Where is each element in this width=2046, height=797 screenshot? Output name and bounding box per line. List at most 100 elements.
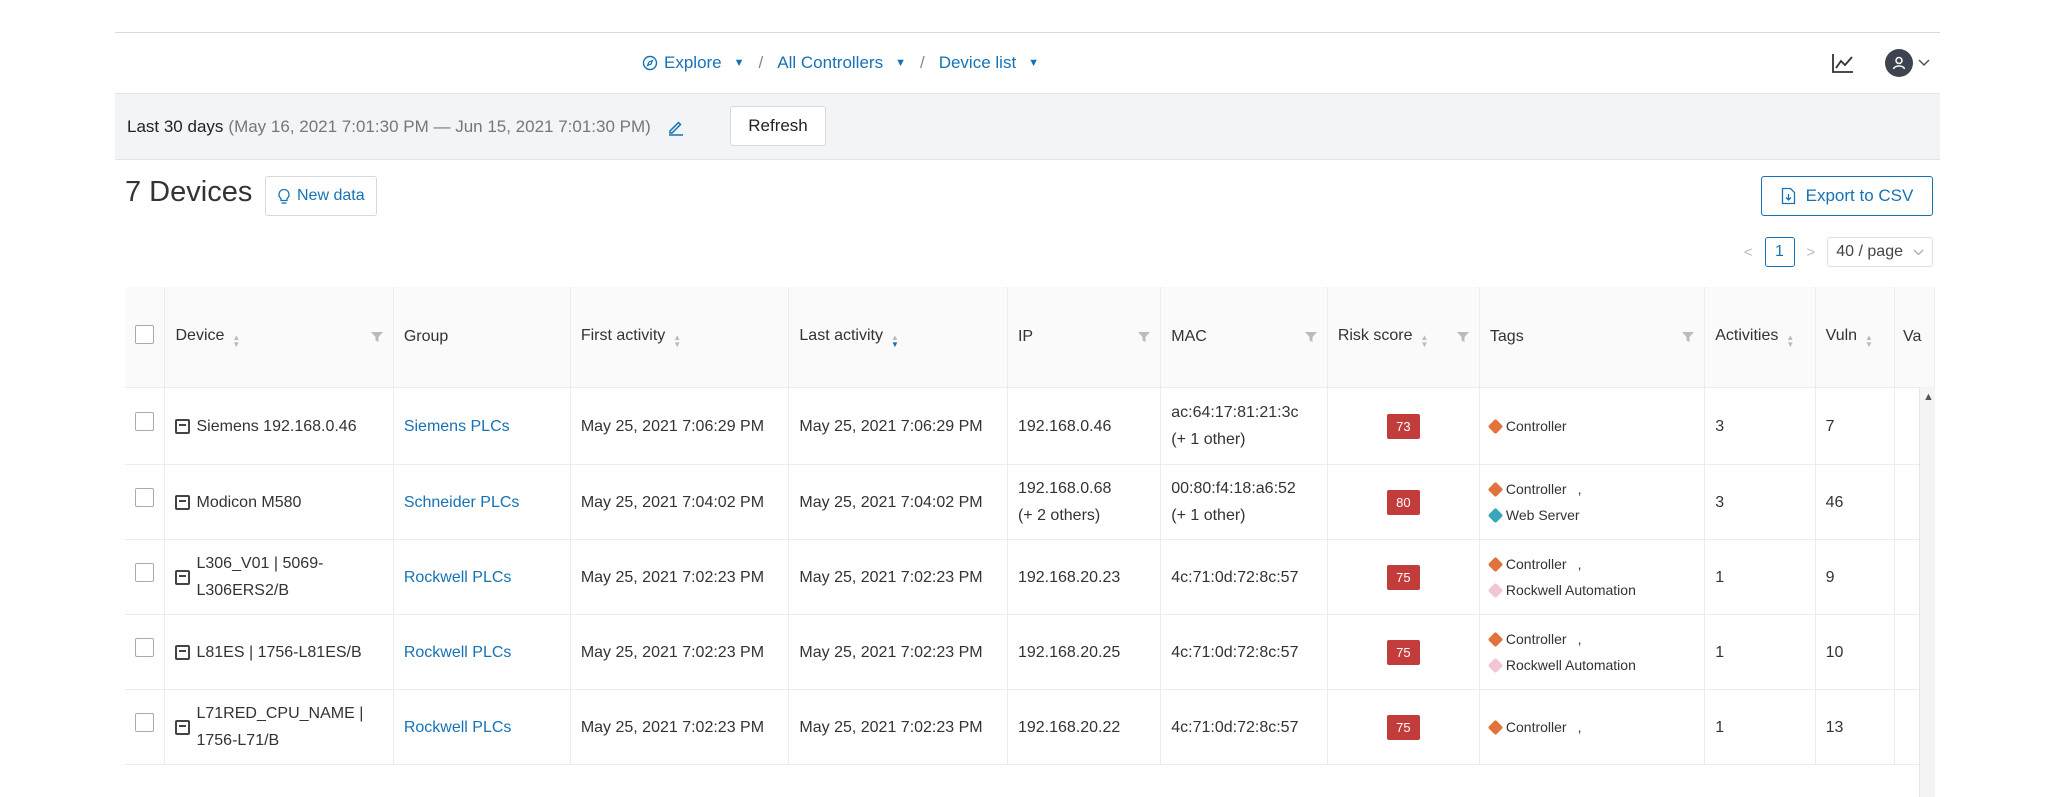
breadcrumb-separator: / xyxy=(919,53,925,72)
filter-funnel-icon[interactable] xyxy=(1304,331,1317,343)
table-row[interactable]: L306_V01 | 5069-L306ERS2/B Rockwell PLCs… xyxy=(125,539,1935,615)
select-all-checkbox[interactable] xyxy=(135,325,154,344)
time-range-label: Last 30 days xyxy=(127,116,224,136)
first-activity-cell: May 25, 2021 7:06:29 PM xyxy=(570,387,790,465)
sort-icon[interactable]: ▲ ▼ xyxy=(1865,333,1873,348)
first-activity-cell: May 25, 2021 7:02:23 PM xyxy=(570,689,790,765)
col-activities[interactable]: Activities ▲ ▼ xyxy=(1704,287,1816,388)
edit-pencil-icon[interactable] xyxy=(667,118,685,136)
col-first-activity-label: First activity xyxy=(580,326,666,344)
user-menu[interactable] xyxy=(1885,49,1930,77)
col-vuln[interactable]: Vuln ▲ ▼ xyxy=(1815,287,1895,388)
col-ip: IP xyxy=(1007,287,1162,388)
tag-web-server: Web Server xyxy=(1487,502,1694,528)
chevron-down-icon xyxy=(1918,59,1930,67)
table-row[interactable]: L81ES | 1756-L81ES/B Rockwell PLCs May 2… xyxy=(125,614,1935,690)
col-last-activity-label: Last activity xyxy=(799,326,883,344)
filter-funnel-icon[interactable] xyxy=(1456,331,1469,343)
sort-icon[interactable]: ▲ ▼ xyxy=(1786,333,1794,348)
next-page-button[interactable]: > xyxy=(1807,244,1816,261)
group-link[interactable]: Schneider PLCs xyxy=(404,494,520,511)
ip-value: 192.168.20.25 xyxy=(1017,643,1121,661)
device-name[interactable]: L71RED_CPU_NAME | 1756-L71/B xyxy=(196,700,382,754)
caret-down-icon: ▼ xyxy=(1028,57,1040,69)
row-checkbox[interactable] xyxy=(135,713,154,732)
sort-icon[interactable]: ▲ ▼ xyxy=(232,333,240,348)
device-name[interactable]: Modicon M580 xyxy=(196,489,301,516)
page-size-value: 40 / page xyxy=(1836,243,1903,260)
sort-desc-active-icon[interactable]: ▲ ▼ xyxy=(891,333,899,348)
device-name[interactable]: Siemens 192.168.0.46 xyxy=(196,413,356,440)
col-risk-score-label: Risk score xyxy=(1337,326,1413,344)
crumb-device-list[interactable]: Device list ▼ xyxy=(939,53,1039,73)
export-csv-button[interactable]: Export to CSV xyxy=(1761,176,1933,216)
vuln-cell: 7 xyxy=(1815,387,1895,465)
time-range: Last 30 days (May 16, 2021 7:01:30 PM — … xyxy=(127,94,685,159)
device-icon xyxy=(175,418,191,434)
export-csv-label: Export to CSV xyxy=(1805,186,1914,205)
device-icon xyxy=(175,569,191,585)
col-group: Group xyxy=(393,287,571,388)
crumb-all-controllers-label: All Controllers xyxy=(777,53,884,72)
col-device[interactable]: Device ▲ ▼ xyxy=(164,287,394,388)
crumb-explore[interactable]: Explore ▼ xyxy=(642,53,745,73)
table-row[interactable]: Modicon M580 Schneider PLCs May 25, 2021… xyxy=(125,464,1935,540)
row-checkbox[interactable] xyxy=(135,638,154,657)
col-tags-label: Tags xyxy=(1489,328,1524,345)
col-activities-label: Activities xyxy=(1715,326,1779,344)
tag-controller: Controller, xyxy=(1487,551,1694,577)
last-activity-cell: May 25, 2021 7:02:23 PM xyxy=(788,539,1008,615)
page-number-1[interactable]: 1 xyxy=(1764,237,1795,267)
scroll-up-icon[interactable]: ▲ xyxy=(1923,391,1934,403)
col-last-activity[interactable]: Last activity ▲ ▼ xyxy=(788,287,1008,388)
row-checkbox[interactable] xyxy=(135,412,154,431)
last-activity-cell: May 25, 2021 7:06:29 PM xyxy=(788,387,1008,465)
col-group-label: Group xyxy=(403,328,449,345)
vuln-cell: 9 xyxy=(1815,539,1895,615)
col-risk-score[interactable]: Risk score ▲ ▼ xyxy=(1327,287,1480,388)
table-scrollbar[interactable]: ▲ xyxy=(1919,387,1935,797)
risk-score-badge: 80 xyxy=(1387,489,1420,515)
row-checkbox[interactable] xyxy=(135,488,154,507)
mac-extra: (+ 1 other) xyxy=(1171,507,1246,524)
line-chart-icon[interactable] xyxy=(1831,52,1855,74)
col-first-activity[interactable]: First activity ▲ ▼ xyxy=(570,287,790,388)
device-icon xyxy=(175,494,191,510)
crumb-device-list-label: Device list xyxy=(938,53,1017,72)
page-size-select[interactable]: 40 / page xyxy=(1827,237,1933,267)
tag-rockwell-automation: Rockwell Automation xyxy=(1487,652,1694,678)
filter-funnel-icon[interactable] xyxy=(370,331,383,343)
risk-score-badge: 75 xyxy=(1387,714,1420,740)
filter-funnel-icon[interactable] xyxy=(1682,331,1695,343)
device-name[interactable]: L306_V01 | 5069-L306ERS2/B xyxy=(196,550,382,604)
col-tags: Tags xyxy=(1479,287,1706,388)
tag-icon xyxy=(1487,556,1504,572)
tag-controller: Controller, xyxy=(1487,714,1694,740)
new-data-button[interactable]: New data xyxy=(265,176,377,216)
page-title: 7 Devices xyxy=(125,176,253,208)
new-data-label: New data xyxy=(297,187,365,204)
table-row[interactable]: Siemens 192.168.0.46 Siemens PLCs May 25… xyxy=(125,387,1935,465)
row-checkbox[interactable] xyxy=(135,563,154,582)
sort-icon[interactable]: ▲ ▼ xyxy=(673,333,681,348)
last-activity-cell: May 25, 2021 7:04:02 PM xyxy=(788,464,1008,540)
group-link[interactable]: Rockwell PLCs xyxy=(404,719,512,736)
tag-controller: Controller, xyxy=(1487,476,1694,502)
crumb-all-controllers[interactable]: All Controllers ▼ xyxy=(777,53,906,73)
prev-page-button[interactable]: < xyxy=(1744,244,1753,261)
table-row[interactable]: L71RED_CPU_NAME | 1756-L71/B Rockwell PL… xyxy=(125,689,1935,765)
refresh-button[interactable]: Refresh xyxy=(730,106,826,146)
tag-icon xyxy=(1487,719,1504,735)
group-link[interactable]: Rockwell PLCs xyxy=(404,569,512,586)
device-table: Device ▲ ▼ Group First activity ▲ ▼ Last act… xyxy=(125,287,1935,765)
tag-label: Controller xyxy=(1505,556,1567,572)
group-link[interactable]: Siemens PLCs xyxy=(404,418,510,435)
sort-icon[interactable]: ▲ ▼ xyxy=(1421,333,1429,348)
ip-value: 192.168.20.23 xyxy=(1017,568,1121,586)
vuln-cell: 10 xyxy=(1815,614,1895,690)
group-link[interactable]: Rockwell PLCs xyxy=(404,644,512,661)
device-name[interactable]: L81ES | 1756-L81ES/B xyxy=(196,639,361,666)
lightbulb-icon xyxy=(278,188,290,204)
mac-value: 4c:71:0d:72:8c:57 xyxy=(1171,568,1299,586)
filter-funnel-icon[interactable] xyxy=(1138,331,1151,343)
